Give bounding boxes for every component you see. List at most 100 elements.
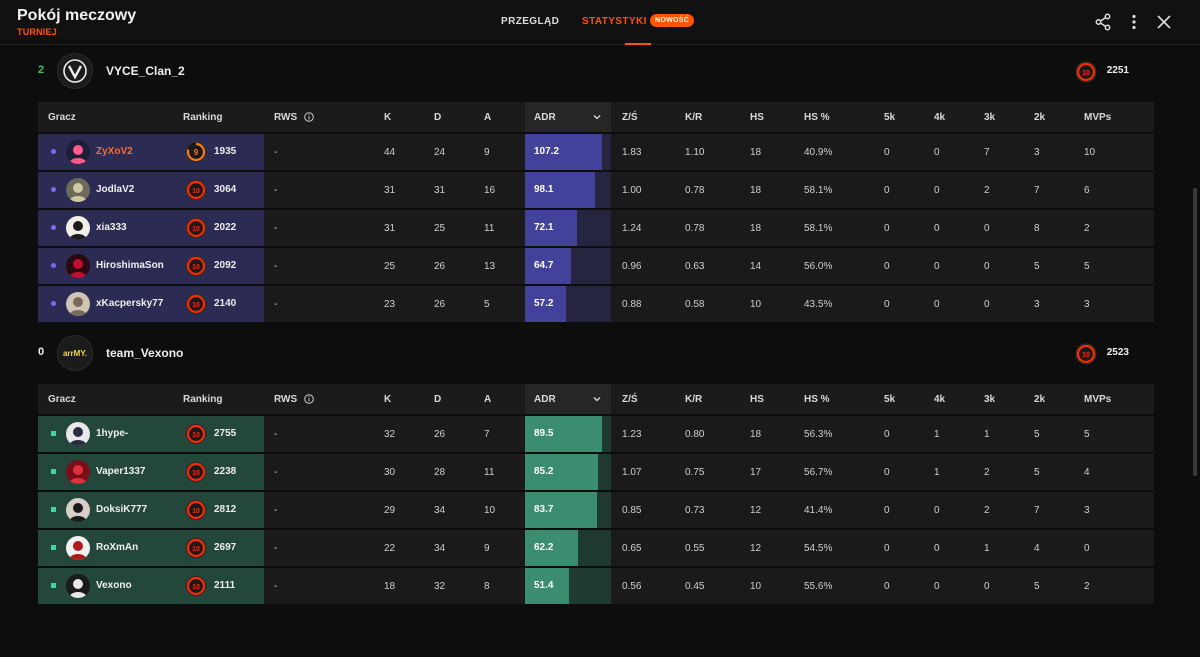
table-row[interactable]: xKacpersky77 10 2140 - 23 26 5 57.2 0.88 0.5… bbox=[38, 286, 1154, 322]
skill-level-icon: 10 bbox=[185, 179, 207, 201]
team-name[interactable]: VYCE_Clan_2 bbox=[106, 64, 185, 78]
avatar[interactable] bbox=[66, 140, 90, 164]
sort-adr-header[interactable]: ADR bbox=[525, 102, 611, 132]
player-cell[interactable]: ZyXoV2 9 1935 bbox=[38, 134, 264, 170]
player-cell[interactable]: xia333 10 2022 bbox=[38, 210, 264, 246]
column-header[interactable]: A bbox=[484, 112, 491, 123]
player-name[interactable]: Vexono bbox=[96, 580, 132, 591]
stat-mvp: 2 bbox=[1084, 581, 1090, 592]
player-name[interactable]: RoXmAn bbox=[96, 542, 138, 553]
avatar[interactable] bbox=[66, 178, 90, 202]
table-row[interactable]: Vexono 10 2111 - 18 32 8 51.4 0.56 0.45 10 55.… bbox=[38, 568, 1154, 604]
column-header[interactable]: 4k bbox=[934, 112, 945, 123]
player-cell[interactable]: JodlaV2 10 3064 bbox=[38, 172, 264, 208]
column-header[interactable]: K bbox=[384, 394, 391, 405]
column-header[interactable]: HS % bbox=[804, 112, 830, 123]
table-row[interactable]: RoXmAn 10 2697 -22 34 9 62.2 0.65 0.55 12 54.… bbox=[38, 530, 1154, 566]
column-header[interactable]: Z/Ś bbox=[622, 112, 638, 123]
avatar[interactable] bbox=[66, 536, 90, 560]
table-row[interactable]: ZyXoV2 9 1935 - 44 24 9 107.2 1.83 1.10 18 40.… bbox=[38, 134, 1154, 170]
column-header[interactable]: 2k bbox=[1034, 394, 1045, 405]
player-name[interactable]: 1hype- bbox=[96, 428, 128, 439]
column-header[interactable]: Z/Ś bbox=[622, 394, 638, 405]
player-cell[interactable]: 1hype- 10 2755 bbox=[38, 416, 264, 452]
player-elo: 2812 bbox=[214, 504, 237, 515]
player-name[interactable]: xKacpersky77 bbox=[96, 298, 163, 309]
player-elo: 2755 bbox=[214, 428, 237, 439]
column-header[interactable]: MVPs bbox=[1084, 112, 1111, 123]
column-header[interactable]: Ranking bbox=[183, 112, 222, 123]
close-icon[interactable] bbox=[1155, 13, 1173, 31]
column-header[interactable]: K bbox=[384, 112, 391, 123]
info-icon[interactable] bbox=[304, 394, 314, 404]
avatar[interactable] bbox=[66, 254, 90, 278]
column-header[interactable]: HS % bbox=[804, 394, 830, 405]
team-logo[interactable]: arrMY. bbox=[57, 335, 93, 371]
table-row[interactable]: JodlaV2 10 3064 - 31 31 16 98.1 1.00 0.78 18 5… bbox=[38, 172, 1154, 208]
team-name[interactable]: team_Vexono bbox=[106, 346, 183, 360]
stat-rws: - bbox=[274, 467, 278, 478]
column-header[interactable]: MVPs bbox=[1084, 394, 1111, 405]
player-name[interactable]: xia333 bbox=[96, 222, 127, 233]
player-cell[interactable]: RoXmAn 10 2697 bbox=[38, 530, 264, 566]
tab-overview[interactable]: PRZEGLĄD bbox=[501, 16, 559, 27]
player-cell[interactable]: HiroshimaSon 10 2092 bbox=[38, 248, 264, 284]
column-header[interactable]: Gracz bbox=[48, 394, 76, 405]
table-body: 1hype- 10 2755 -32 26 7 89.5 1.23 0.80 18 56.… bbox=[38, 416, 1154, 606]
avatar[interactable] bbox=[66, 498, 90, 522]
column-header[interactable]: HS bbox=[750, 394, 764, 405]
column-header[interactable]: 3k bbox=[984, 394, 995, 405]
table-row[interactable]: DoksiK777 10 2812 - 29 34 10 83.7 0.85 0.73 1… bbox=[38, 492, 1154, 528]
player-name[interactable]: JodlaV2 bbox=[96, 184, 134, 195]
sort-adr-header[interactable]: ADR bbox=[525, 384, 611, 414]
column-header[interactable]: K/R bbox=[685, 394, 702, 405]
table-row[interactable]: 1hype- 10 2755 -32 26 7 89.5 1.23 0.80 18 56.… bbox=[38, 416, 1154, 452]
stat-kd: 0.85 bbox=[622, 505, 642, 516]
column-header[interactable]: K/R bbox=[685, 112, 702, 123]
avatar[interactable] bbox=[66, 574, 90, 598]
player-name[interactable]: DoksiK777 bbox=[96, 504, 147, 515]
stat-rws: - bbox=[274, 261, 278, 272]
share-icon[interactable] bbox=[1094, 13, 1112, 31]
stat-k4: 1 bbox=[934, 429, 940, 440]
player-name[interactable]: HiroshimaSon bbox=[96, 260, 164, 271]
player-name[interactable]: Vaper1337 bbox=[96, 466, 146, 477]
column-header[interactable]: 4k bbox=[934, 394, 945, 405]
scrollbar[interactable] bbox=[1193, 188, 1197, 476]
player-cell[interactable]: Vexono 10 2111 bbox=[38, 568, 264, 604]
column-header[interactable]: Gracz bbox=[48, 112, 76, 123]
info-icon[interactable] bbox=[304, 112, 314, 122]
player-cell[interactable]: DoksiK777 10 2812 bbox=[38, 492, 264, 528]
table-row[interactable]: Vaper1337 10 2238 -30 28 11 85.2 1.07 0.75 1… bbox=[38, 454, 1154, 490]
team-score: 2 bbox=[38, 64, 45, 76]
adr-cell: 89.5 bbox=[525, 416, 611, 452]
column-header[interactable]: RWS bbox=[274, 112, 297, 123]
adr-value: 51.4 bbox=[534, 580, 554, 591]
column-header[interactable]: RWS bbox=[274, 394, 297, 405]
team-logo[interactable] bbox=[57, 53, 93, 89]
adr-cell: 51.4 bbox=[525, 568, 611, 604]
player-cell[interactable]: xKacpersky77 10 2140 bbox=[38, 286, 264, 322]
column-header[interactable]: HS bbox=[750, 112, 764, 123]
avatar[interactable] bbox=[66, 292, 90, 316]
player-name[interactable]: ZyXoV2 bbox=[96, 146, 133, 157]
column-header[interactable]: D bbox=[434, 112, 441, 123]
column-header[interactable]: Ranking bbox=[183, 394, 222, 405]
stat-hs: 14 bbox=[750, 261, 762, 272]
column-header[interactable]: A bbox=[484, 394, 491, 405]
column-header[interactable]: 3k bbox=[984, 112, 995, 123]
table-row[interactable]: xia333 10 2022 - 31 25 11 72.1 1.24 0.78 18 58… bbox=[38, 210, 1154, 246]
tab-statistics[interactable]: STATYSTYKI bbox=[582, 16, 647, 27]
avatar[interactable] bbox=[66, 460, 90, 484]
column-header[interactable]: 2k bbox=[1034, 112, 1045, 123]
column-header[interactable]: 5k bbox=[884, 394, 895, 405]
table-row[interactable]: HiroshimaSon 10 2092 - 25 26 13 64.7 0.96 0.… bbox=[38, 248, 1154, 284]
column-header[interactable]: 5k bbox=[884, 112, 895, 123]
stat-hs: 18 bbox=[750, 429, 762, 440]
more-options-icon[interactable] bbox=[1125, 13, 1143, 31]
avatar[interactable] bbox=[66, 216, 90, 240]
column-header[interactable]: D bbox=[434, 394, 441, 405]
stat-a: 9 bbox=[484, 543, 490, 554]
avatar[interactable] bbox=[66, 422, 90, 446]
player-cell[interactable]: Vaper1337 10 2238 bbox=[38, 454, 264, 490]
